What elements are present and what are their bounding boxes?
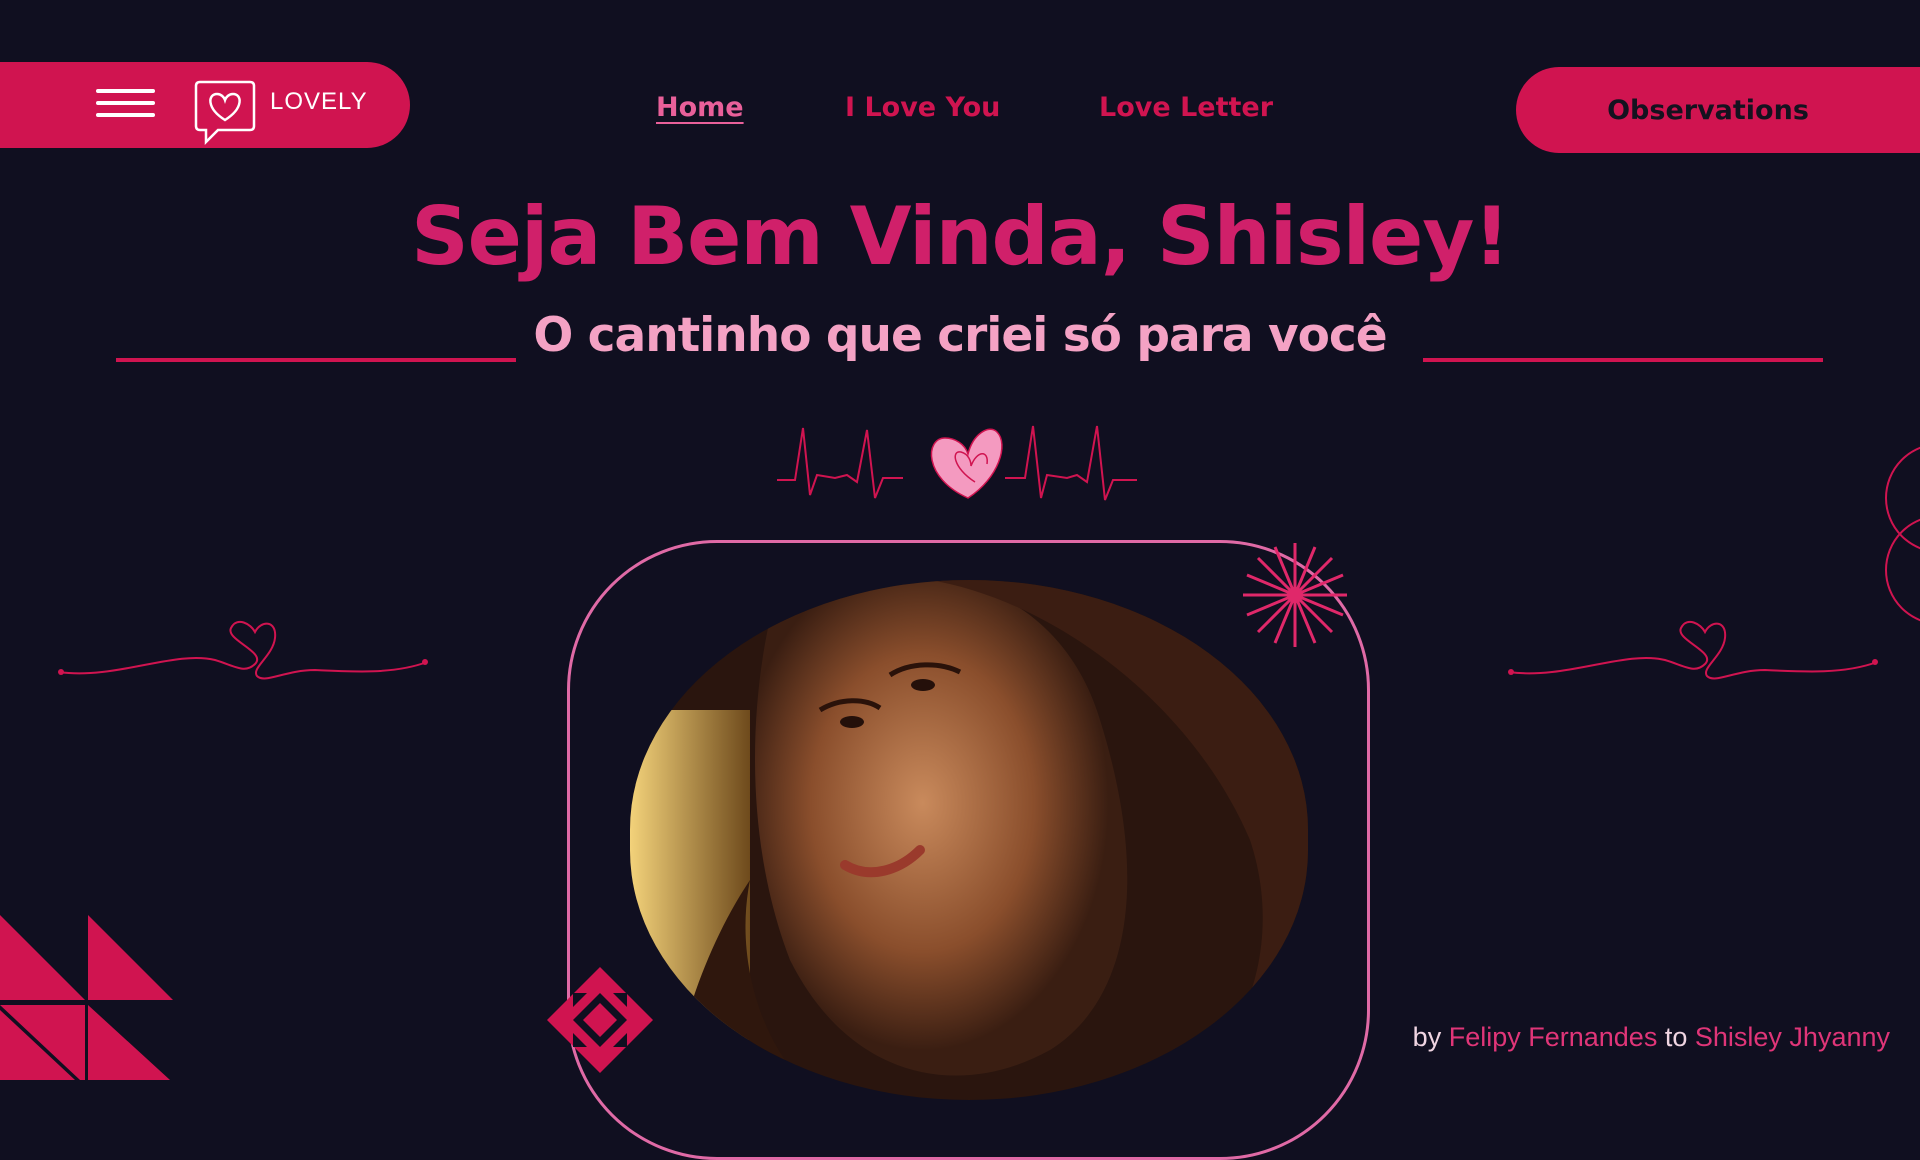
page-subtitle: O cantinho que criei só para você	[533, 308, 1387, 363]
decorative-circles	[1885, 446, 1920, 622]
nav-link-love-letter[interactable]: Love Letter	[1099, 92, 1273, 123]
decorative-triangles	[0, 915, 173, 1080]
logo-text: LOVELY	[270, 88, 368, 115]
heart-chat-icon	[194, 80, 256, 146]
squiggle-heart-left-icon	[58, 620, 428, 680]
logo-pill: LOVELY	[0, 62, 410, 148]
squiggle-heart-right-icon	[1508, 620, 1878, 680]
byline-author: Felipy Fernandes	[1448, 1022, 1658, 1052]
nav-link-home[interactable]: Home	[656, 92, 744, 123]
observations-button[interactable]: Observations	[1516, 67, 1920, 153]
hamburger-menu-icon[interactable]	[96, 89, 155, 122]
starburst-icon	[1243, 543, 1347, 647]
subtitle-line-right	[1423, 358, 1823, 362]
heartbeat-heart-icon	[777, 425, 1137, 501]
byline-recipient: Shisley Jhyanny	[1694, 1022, 1890, 1052]
observations-button-label: Observations	[1607, 94, 1809, 126]
page-title: Seja Bem Vinda, Shisley!	[411, 190, 1510, 283]
diamond-block-icon	[547, 967, 653, 1073]
byline: by Felipy Fernandes to Shisley Jhyanny	[1413, 1022, 1890, 1053]
profile-photo	[630, 580, 1308, 1100]
byline-by: by	[1412, 1022, 1442, 1052]
nav-link-i-love-you[interactable]: I Love You	[845, 92, 1000, 123]
byline-to: to	[1664, 1022, 1688, 1052]
